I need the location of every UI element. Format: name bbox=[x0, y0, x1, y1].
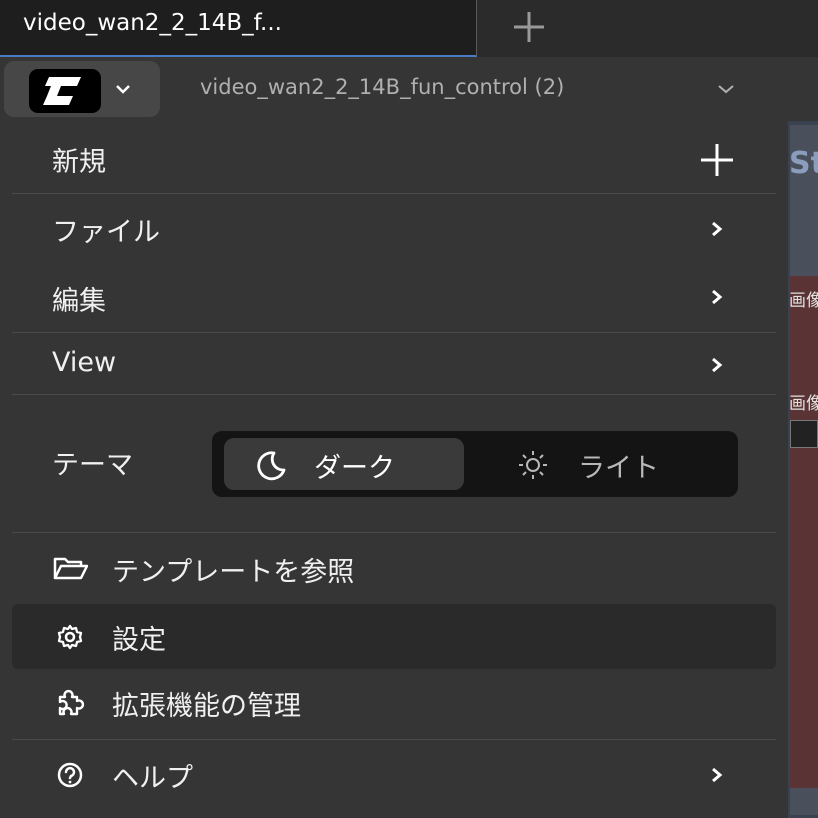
comfy-logo-icon bbox=[29, 69, 101, 113]
menu-item-label: View bbox=[52, 347, 117, 378]
theme-label: テーマ bbox=[52, 450, 133, 481]
canvas-title-fragment: St bbox=[789, 146, 818, 181]
app-menu: 新規 ファイル 編集 View テーマ ダーク ライト テンプレートを参照 設定… bbox=[0, 121, 788, 818]
canvas-label: 画像 bbox=[789, 394, 818, 414]
folder-open-icon bbox=[53, 557, 88, 580]
theme-light-label: ライト bbox=[578, 453, 659, 484]
theme-dark-label: ダーク bbox=[314, 453, 395, 484]
menu-item-settings[interactable]: 設定 bbox=[12, 604, 776, 669]
menu-item-label: 新規 bbox=[52, 147, 106, 178]
tab-bar: video_wan2_2_14B_f... bbox=[0, 0, 818, 57]
theme-light-option[interactable]: ライト bbox=[504, 438, 724, 490]
help-circle-icon bbox=[57, 762, 83, 788]
chevron-down-icon bbox=[116, 85, 130, 94]
menu-item-file[interactable]: ファイル bbox=[12, 194, 776, 262]
menu-item-label: 拡張機能の管理 bbox=[112, 691, 301, 722]
chevron-right-icon bbox=[712, 289, 723, 305]
menu-item-label: 編集 bbox=[52, 286, 106, 317]
menu-item-templates[interactable]: テンプレートを参照 bbox=[12, 533, 776, 603]
menu-item-help[interactable]: ヘルプ bbox=[12, 740, 776, 810]
workflow-title[interactable]: video_wan2_2_14B_fun_control (2) bbox=[200, 75, 564, 99]
moon-icon bbox=[257, 451, 286, 481]
chevron-right-icon bbox=[712, 221, 723, 237]
workflow-tab[interactable]: video_wan2_2_14B_f... bbox=[0, 0, 477, 57]
menu-item-label: 設定 bbox=[112, 625, 166, 656]
menu-item-extensions[interactable]: 拡張機能の管理 bbox=[12, 670, 776, 739]
theme-dark-option[interactable]: ダーク bbox=[224, 438, 464, 490]
plus-icon bbox=[701, 144, 733, 176]
menu-item-new[interactable]: 新規 bbox=[12, 121, 776, 193]
sun-icon bbox=[519, 451, 547, 479]
canvas-node bbox=[790, 276, 818, 788]
tab-title: video_wan2_2_14B_f... bbox=[23, 10, 282, 36]
workflow-chevron-down-icon[interactable] bbox=[716, 83, 736, 95]
menu-item-label: ヘルプ bbox=[112, 763, 193, 794]
menu-item-label: テンプレートを参照 bbox=[112, 557, 355, 588]
app-menu-button[interactable] bbox=[4, 61, 160, 117]
menu-item-label: ファイル bbox=[52, 217, 160, 248]
top-header: video_wan2_2_14B_fun_control (2) bbox=[0, 57, 818, 121]
chevron-right-icon bbox=[712, 357, 723, 373]
gear-icon bbox=[57, 624, 83, 650]
menu-item-edit[interactable]: 編集 bbox=[12, 262, 776, 332]
canvas-input-box bbox=[790, 420, 818, 448]
menu-item-view[interactable]: View bbox=[12, 333, 776, 394]
chevron-right-icon bbox=[712, 767, 723, 783]
puzzle-icon bbox=[58, 689, 85, 716]
canvas-label: 画像 bbox=[789, 291, 818, 311]
theme-toggle: ダーク ライト bbox=[212, 431, 738, 497]
new-tab-plus-icon[interactable] bbox=[508, 6, 550, 48]
